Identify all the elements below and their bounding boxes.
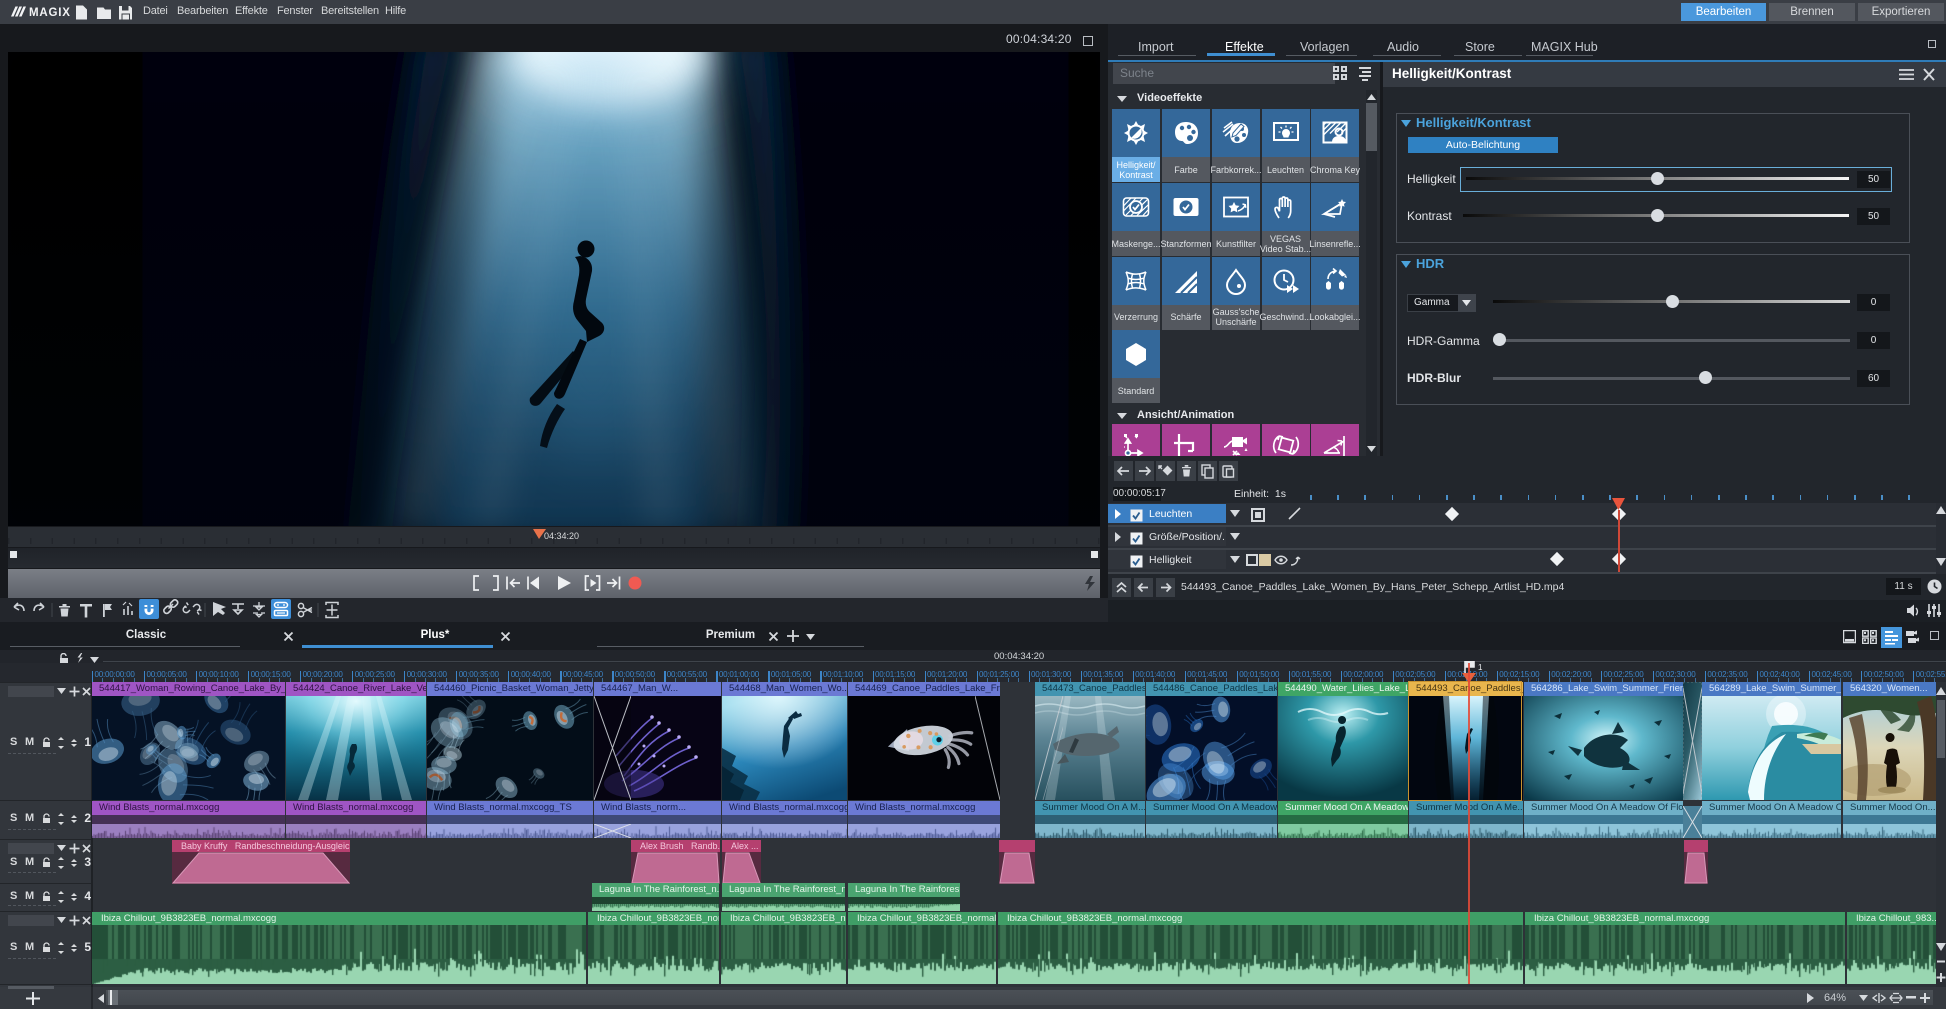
svg-text:04:34:20: 04:34:20 — [544, 531, 579, 541]
svg-text:1: 1 — [1478, 663, 1483, 672]
